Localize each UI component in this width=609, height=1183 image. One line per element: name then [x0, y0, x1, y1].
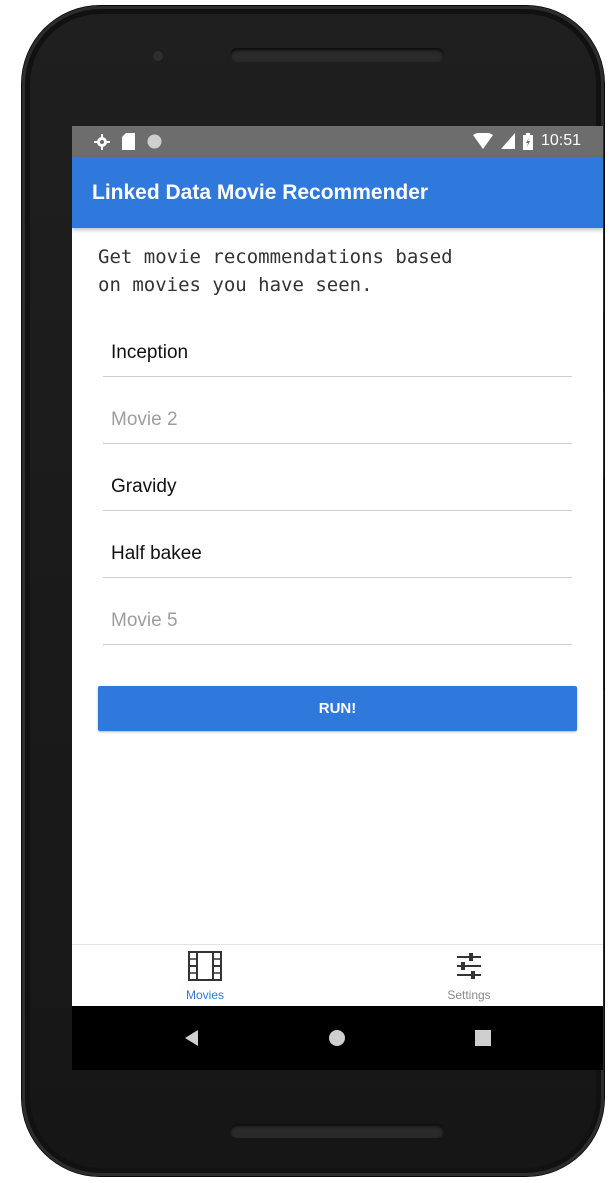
movie-field-1	[103, 309, 580, 377]
bottom-speaker	[230, 1124, 444, 1138]
back-icon[interactable]	[182, 1028, 200, 1048]
movie-input-3[interactable]	[103, 476, 580, 498]
bottom-nav: Movies Settings	[72, 944, 603, 1007]
status-bar: 10:51	[72, 126, 603, 157]
front-camera	[153, 51, 163, 61]
film-icon	[188, 951, 222, 981]
signal-icon	[500, 133, 515, 149]
circle-icon	[147, 134, 162, 149]
nav-item-settings[interactable]: Settings	[399, 951, 539, 1002]
app-bar: Linked Data Movie Recommender	[72, 157, 603, 228]
nav-label-movies: Movies	[185, 988, 224, 1002]
movie-input-1[interactable]	[103, 342, 580, 364]
movie-field-4	[103, 510, 580, 578]
home-icon[interactable]	[327, 1028, 347, 1048]
recents-icon[interactable]	[474, 1028, 492, 1048]
movie-field-2	[103, 376, 580, 444]
app-title: Linked Data Movie Recommender	[92, 181, 429, 204]
battery-icon	[522, 132, 533, 150]
top-speaker	[230, 48, 444, 62]
nav-label-settings: Settings	[447, 988, 491, 1002]
run-button[interactable]: RUN!	[98, 686, 577, 731]
movie-input-4[interactable]	[103, 543, 580, 565]
wifi-icon	[472, 133, 493, 149]
gear-icon	[94, 133, 110, 150]
system-nav-bar	[72, 1006, 603, 1070]
intro-text: Get movie recommendations based on movie…	[98, 246, 453, 296]
movie-field-5	[103, 577, 580, 645]
movie-input-5[interactable]	[103, 610, 580, 632]
screen: 10:51 Linked Data Movie Recommender Get …	[72, 126, 603, 1070]
phone-frame: 10:51 Linked Data Movie Recommender Get …	[22, 6, 604, 1176]
nav-item-movies[interactable]: Movies	[135, 951, 275, 1002]
movie-field-3	[103, 443, 580, 511]
sliders-icon	[457, 953, 481, 979]
movie-input-2[interactable]	[103, 409, 580, 431]
status-time: 10:51	[540, 132, 581, 149]
sd-card-icon	[122, 133, 135, 150]
